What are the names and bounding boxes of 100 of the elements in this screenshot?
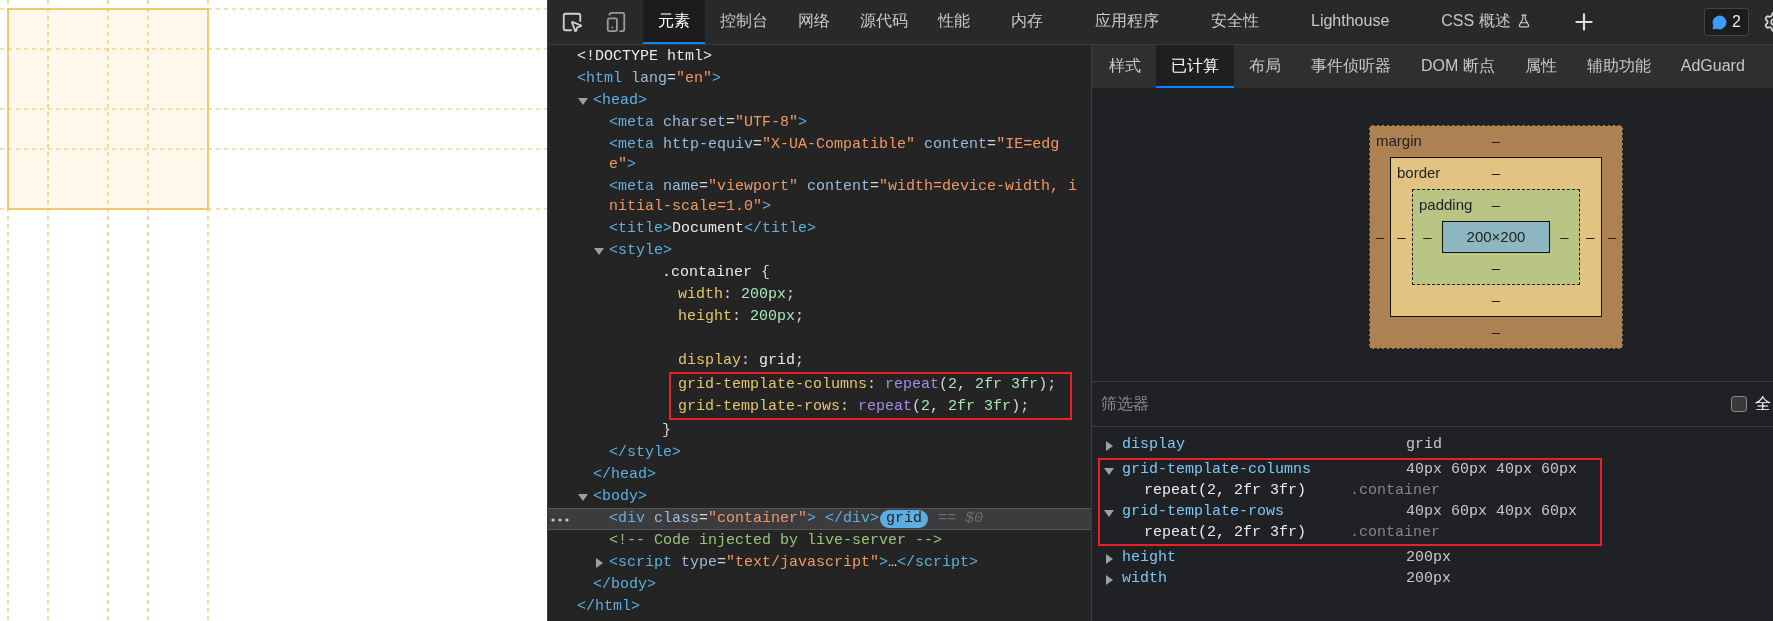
- dom-tree-row[interactable]: grid-template-rows: repeat(2, 2fr 3fr);: [671, 396, 1070, 418]
- code-text: <head>: [593, 90, 647, 111]
- declared-value: repeat(2, 2fr 3fr): [1144, 481, 1308, 502]
- code-text: </head>: [593, 464, 656, 485]
- box-value: –: [1397, 226, 1406, 247]
- dom-tree-row[interactable]: width: 200px;: [548, 284, 1091, 306]
- caret-icon[interactable]: [578, 492, 588, 502]
- code-text: nitial-scale=1.0">: [609, 196, 772, 217]
- code-text: <body>: [593, 486, 647, 507]
- property-value: 40px 60px 40px 60px: [1406, 502, 1578, 523]
- dom-tree-row[interactable]: <meta charset="UTF-8">: [548, 112, 1091, 134]
- code-text: <meta http-equiv="X-UA-Compatible" content="IE=edg: [609, 134, 1060, 155]
- device-icon[interactable]: [605, 11, 627, 33]
- caret-icon[interactable]: [1104, 574, 1114, 585]
- panel-tab[interactable]: 内存: [985, 0, 1069, 44]
- rule-selector-link[interactable]: .container: [1350, 522, 1440, 545]
- property-value: grid: [1406, 435, 1442, 456]
- dom-tree-row[interactable]: <meta http-equiv="X-UA-Compatible" content="IE=edg e">: [548, 134, 1091, 176]
- sidebar-tab[interactable]: AdGuard: [1665, 45, 1760, 88]
- code-text: width: 200px;: [678, 284, 796, 305]
- grid-badge[interactable]: grid: [880, 510, 929, 528]
- sidebar-tab[interactable]: 样式: [1094, 45, 1156, 88]
- more-icon[interactable]: [551, 518, 569, 522]
- code-text: <div class="container"> </div>: [609, 508, 880, 529]
- property-name: grid-template-rows: [1122, 502, 1286, 523]
- caret-icon[interactable]: [1104, 507, 1114, 518]
- code-text: <style>: [609, 240, 672, 261]
- inspect-icon[interactable]: [561, 11, 583, 33]
- box-label: border: [1396, 163, 1441, 184]
- dom-tree-row[interactable]: display: grid;: [548, 350, 1091, 372]
- panel-tab[interactable]: 性能: [923, 0, 985, 44]
- dom-tree-row[interactable]: </html>: [548, 596, 1091, 618]
- code-text: <meta charset="UTF-8">: [609, 112, 808, 133]
- dom-tree-row[interactable]: <style>: [548, 240, 1091, 262]
- code-text: <html lang="en">: [577, 68, 722, 89]
- panel-tab[interactable]: 控制台: [705, 0, 783, 44]
- code-text: <!DOCTYPE html>: [577, 46, 713, 67]
- property-name: height: [1122, 548, 1177, 569]
- code-text: display: grid;: [678, 350, 805, 371]
- caret-icon[interactable]: [594, 246, 604, 256]
- panel-tab[interactable]: 安全性: [1185, 0, 1285, 44]
- box-value: –: [1607, 226, 1617, 247]
- dom-tree-row[interactable]: height: 200px;: [548, 306, 1091, 328]
- code-text: </style>: [609, 442, 681, 463]
- panel-tab[interactable]: 网络: [783, 0, 845, 44]
- caret-icon[interactable]: [594, 558, 604, 568]
- sidebar-tab[interactable]: 事件侦听器: [1296, 45, 1406, 88]
- code-text: e">: [609, 154, 637, 175]
- panel-tab[interactable]: CSS 概述: [1415, 0, 1557, 44]
- caret-icon[interactable]: [1104, 553, 1114, 564]
- dom-tree-row[interactable]: <html lang="en">: [548, 68, 1091, 90]
- property-value: 200px: [1406, 548, 1451, 569]
- caret-icon[interactable]: [1104, 465, 1114, 476]
- property-name: grid-template-columns: [1122, 460, 1313, 481]
- sidebar-tab[interactable]: 布局: [1234, 45, 1296, 88]
- rule-selector-link[interactable]: .container: [1350, 480, 1440, 503]
- sidebar-tab[interactable]: 属性: [1509, 45, 1572, 88]
- checkbox-label: 全: [1755, 394, 1771, 414]
- dom-tree-row[interactable]: </body>: [548, 574, 1091, 596]
- dom-tree-row[interactable]: <head>: [548, 90, 1091, 112]
- code-text: <meta name="viewport" content="width=device-width, i: [609, 176, 1078, 197]
- box-value: –: [1491, 131, 1501, 152]
- dom-tree-row[interactable]: <!-- Code injected by live-server -->: [548, 530, 1091, 552]
- dom-tree-row[interactable]: <!DOCTYPE html>: [548, 46, 1091, 68]
- code-text: grid-template-rows: repeat(2, 2fr 3fr);: [678, 396, 1030, 417]
- property-name: display: [1122, 435, 1186, 456]
- dom-tree-row[interactable]: <title>Document</title>: [548, 218, 1091, 240]
- code-text: <!-- Code injected by live-server -->: [609, 530, 943, 551]
- sidebar-tab[interactable]: 已计算: [1156, 45, 1234, 88]
- filter-field[interactable]: 筛选器: [1092, 392, 1731, 416]
- dom-tree-row[interactable]: <script type="text/javascript">…</script>: [548, 552, 1091, 574]
- property-name: width: [1122, 569, 1168, 590]
- code-text: <script type="text/javascript">…</script>: [609, 552, 979, 573]
- issues-button[interactable]: 2: [1704, 8, 1749, 36]
- property-value: 200px: [1406, 569, 1451, 590]
- dom-tree-row[interactable]: }: [548, 420, 1091, 442]
- caret-icon[interactable]: [1104, 440, 1114, 451]
- code-text: <title>Document</title>: [609, 218, 817, 239]
- box-value: –: [1586, 226, 1595, 247]
- dom-tree-row[interactable]: </style>: [548, 442, 1091, 464]
- code-text: </html>: [577, 596, 640, 617]
- panel-tab[interactable]: Lighthouse: [1285, 0, 1416, 44]
- panel-tab[interactable]: 源代码: [845, 0, 923, 44]
- dom-tree-row[interactable]: <meta name="viewport" content="width=device-width, i nitial-scale=1.0">: [548, 176, 1091, 218]
- sidebar-tab[interactable]: DOM 断点: [1406, 45, 1510, 88]
- dom-tree-row[interactable]: <body>: [548, 486, 1091, 508]
- dom-tree-row[interactable]: </head>: [548, 464, 1091, 486]
- content-box: 200×200: [1442, 221, 1550, 253]
- sidebar-tab[interactable]: 辅助功能: [1571, 45, 1666, 88]
- code-text: </body>: [593, 574, 656, 595]
- box-value: –: [1560, 226, 1569, 247]
- caret-icon[interactable]: [578, 96, 588, 106]
- box-value: –: [1491, 163, 1501, 184]
- property-value: 40px 60px 40px 60px: [1406, 460, 1578, 481]
- panel-tab[interactable]: 应用程序: [1069, 0, 1185, 44]
- dom-tree-row[interactable]: .container {: [548, 262, 1091, 284]
- declared-value: repeat(2, 2fr 3fr): [1144, 523, 1308, 544]
- checkbox[interactable]: [1731, 396, 1747, 412]
- box-value: –: [1423, 226, 1432, 247]
- panel-tab[interactable]: 元素: [643, 0, 705, 44]
